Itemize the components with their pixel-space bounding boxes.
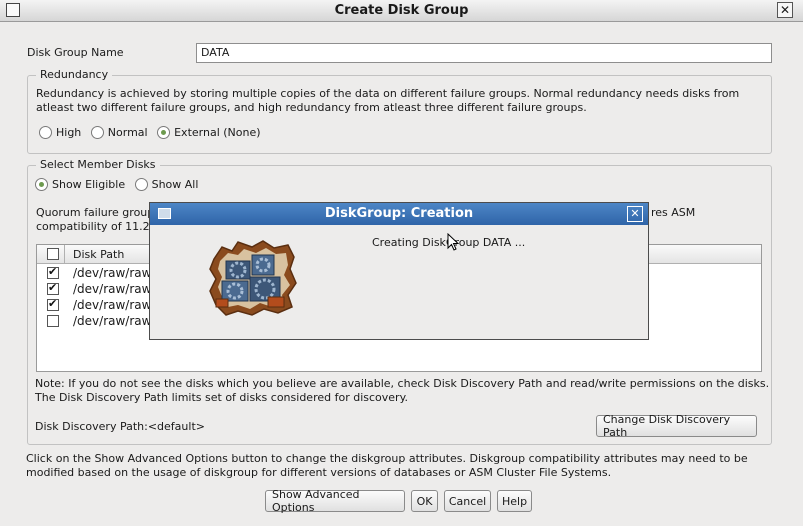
- redundancy-normal-radio[interactable]: Normal: [90, 126, 148, 139]
- show-eligible-label: Show Eligible: [52, 178, 126, 191]
- cancel-button[interactable]: Cancel: [444, 490, 491, 512]
- row-checkbox[interactable]: [47, 297, 59, 311]
- header-divider: [64, 245, 65, 264]
- header-disk-path[interactable]: Disk Path: [73, 248, 124, 261]
- radio-indicator[interactable]: [134, 178, 148, 191]
- row-checkbox[interactable]: [47, 281, 59, 295]
- redundancy-high-radio[interactable]: High: [39, 126, 81, 139]
- member-disks-legend: Select Member Disks: [36, 158, 160, 171]
- window-titlebar: Create Disk Group ✕: [0, 0, 803, 22]
- radio-indicator[interactable]: [39, 126, 52, 139]
- row-disk-path: /dev/raw/raw: [73, 298, 152, 312]
- show-advanced-options-button[interactable]: Show Advanced Options: [265, 488, 405, 514]
- row-disk-path: /dev/raw/raw: [73, 314, 152, 328]
- redundancy-description: Redundancy is achieved by storing multip…: [36, 87, 740, 114]
- ok-button[interactable]: OK: [411, 490, 438, 512]
- radio-indicator[interactable]: [35, 178, 48, 191]
- select-all-checkbox[interactable]: [47, 248, 59, 260]
- row-disk-path: /dev/raw/raw: [73, 282, 152, 296]
- compatibility-text: compatibility of 11.2: [36, 220, 150, 233]
- redundancy-normal-label: Normal: [107, 126, 148, 139]
- disk-group-name-input[interactable]: DATA: [196, 43, 772, 63]
- help-button[interactable]: Help: [497, 490, 532, 512]
- disk-filter-options: Show Eligible Show All: [35, 178, 204, 194]
- show-eligible-radio[interactable]: Show Eligible: [35, 178, 125, 191]
- show-all-radio[interactable]: Show All: [134, 178, 199, 191]
- creation-dialog-title: DiskGroup: Creation: [324, 206, 474, 221]
- row-checkbox[interactable]: [47, 315, 59, 327]
- window-title: Create Disk Group: [334, 3, 469, 18]
- redundancy-legend: Redundancy: [36, 68, 113, 81]
- redundancy-options: High Normal External (None): [39, 126, 267, 142]
- disk-group-name-label: Disk Group Name: [27, 46, 124, 59]
- mouse-pointer-icon: [447, 233, 459, 251]
- redundancy-high-label: High: [56, 126, 82, 139]
- gears-wall-icon: [209, 240, 297, 316]
- quorum-text-left: Quorum failure group: [36, 206, 155, 219]
- row-disk-path: /dev/raw/raw: [73, 266, 152, 280]
- row-checkbox[interactable]: [47, 265, 59, 279]
- radio-indicator[interactable]: [90, 126, 104, 139]
- disk-note: Note: If you do not see the disks which …: [35, 377, 770, 404]
- creation-dialog: DiskGroup: Creation ✕ Creating DiskGroup…: [149, 202, 649, 340]
- creation-dialog-close-button[interactable]: ✕: [627, 206, 643, 222]
- quorum-text-right: res ASM: [651, 206, 696, 219]
- window-close-button[interactable]: ✕: [777, 2, 793, 18]
- discovery-path-label: Disk Discovery Path:<default>: [35, 420, 205, 433]
- creation-dialog-titlebar: DiskGroup: Creation ✕: [150, 203, 648, 225]
- advanced-options-note: Click on the Show Advanced Options butto…: [26, 452, 748, 479]
- change-discovery-path-button[interactable]: Change Disk Discovery Path: [596, 413, 757, 439]
- redundancy-external-radio[interactable]: External (None): [157, 126, 261, 139]
- show-all-label: Show All: [151, 178, 199, 191]
- redundancy-external-label: External (None): [174, 126, 261, 139]
- radio-indicator[interactable]: [157, 126, 171, 139]
